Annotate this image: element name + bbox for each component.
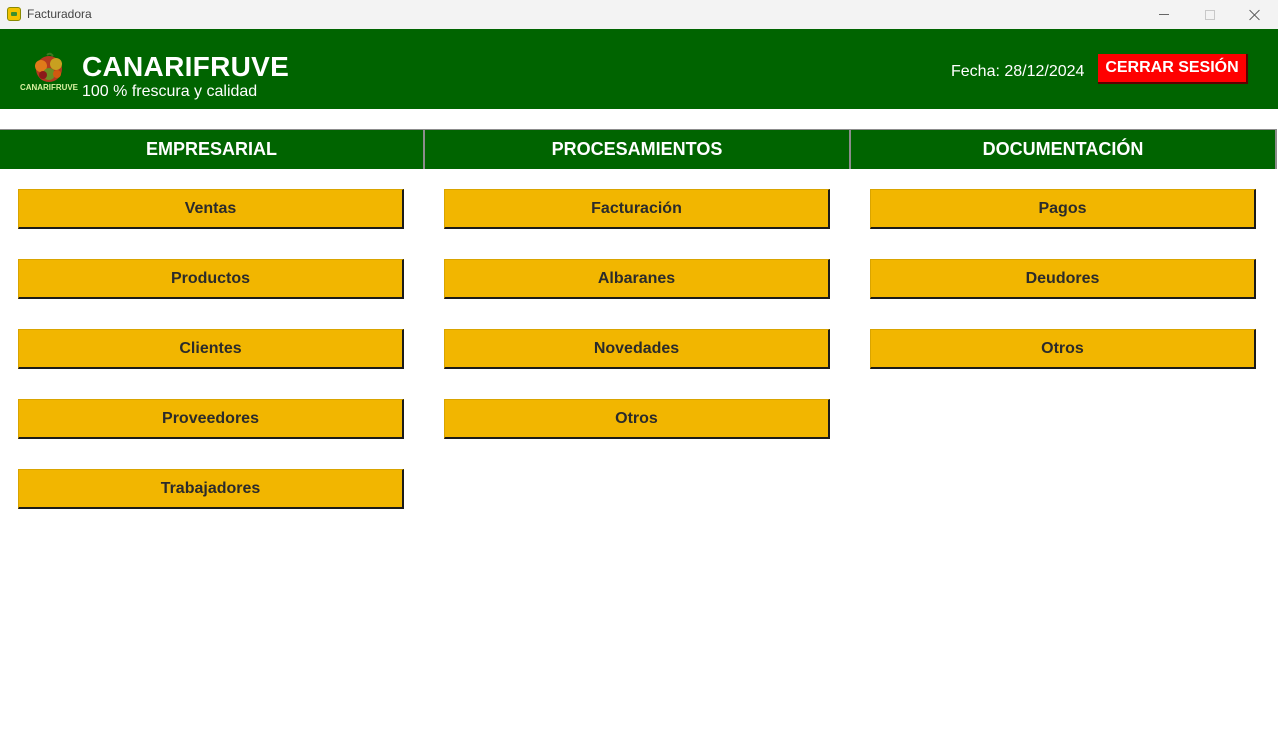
documentacion-column: Pagos Deudores Otros xyxy=(870,189,1256,399)
window-titlebar: Facturadora xyxy=(0,0,1278,29)
section-header-procesamientos: PROCESAMIENTOS xyxy=(425,129,851,169)
app-header: CANARIFRUVE CANARIFRUVE 100 % frescura y… xyxy=(0,29,1278,109)
pagos-button[interactable]: Pagos xyxy=(870,189,1256,229)
albaranes-button[interactable]: Albaranes xyxy=(444,259,830,299)
clientes-button[interactable]: Clientes xyxy=(18,329,404,369)
minimize-icon xyxy=(1159,14,1169,15)
facturacion-button[interactable]: Facturación xyxy=(444,189,830,229)
date-label: Fecha: xyxy=(951,63,1000,80)
app-icon xyxy=(7,7,21,21)
close-icon xyxy=(1249,9,1261,21)
close-button[interactable] xyxy=(1232,0,1278,29)
documentacion-otros-button[interactable]: Otros xyxy=(870,329,1256,369)
window-title: Facturadora xyxy=(27,7,92,21)
procesamientos-column: Facturación Albaranes Novedades Otros xyxy=(444,189,830,469)
brand-slogan: 100 % frescura y calidad xyxy=(82,83,258,100)
logo-text: CANARIFRUVE xyxy=(20,83,79,92)
fruit-basket-logo: CANARIFRUVE xyxy=(20,52,79,92)
logout-button[interactable]: CERRAR SESIÓN xyxy=(1098,54,1248,84)
proveedores-button[interactable]: Proveedores xyxy=(18,399,404,439)
trabajadores-button[interactable]: Trabajadores xyxy=(18,469,404,509)
section-header-documentacion: DOCUMENTACIÓN xyxy=(851,129,1277,169)
procesamientos-otros-button[interactable]: Otros xyxy=(444,399,830,439)
deudores-button[interactable]: Deudores xyxy=(870,259,1256,299)
section-header-empresarial: EMPRESARIAL xyxy=(0,129,425,169)
date-value: 28/12/2024 xyxy=(1004,63,1085,80)
current-date: Fecha: 28/12/2024 xyxy=(951,63,1084,81)
empresarial-column: Ventas Productos Clientes Proveedores Tr… xyxy=(18,189,404,539)
minimize-button[interactable] xyxy=(1141,0,1187,29)
section-bar: EMPRESARIAL PROCESAMIENTOS DOCUMENTACIÓN xyxy=(0,129,1278,169)
novedades-button[interactable]: Novedades xyxy=(444,329,830,369)
brand-name: CANARIFRUVE xyxy=(82,51,290,82)
ventas-button[interactable]: Ventas xyxy=(18,189,404,229)
maximize-icon xyxy=(1205,9,1215,20)
productos-button[interactable]: Productos xyxy=(18,259,404,299)
maximize-button[interactable] xyxy=(1187,0,1233,29)
